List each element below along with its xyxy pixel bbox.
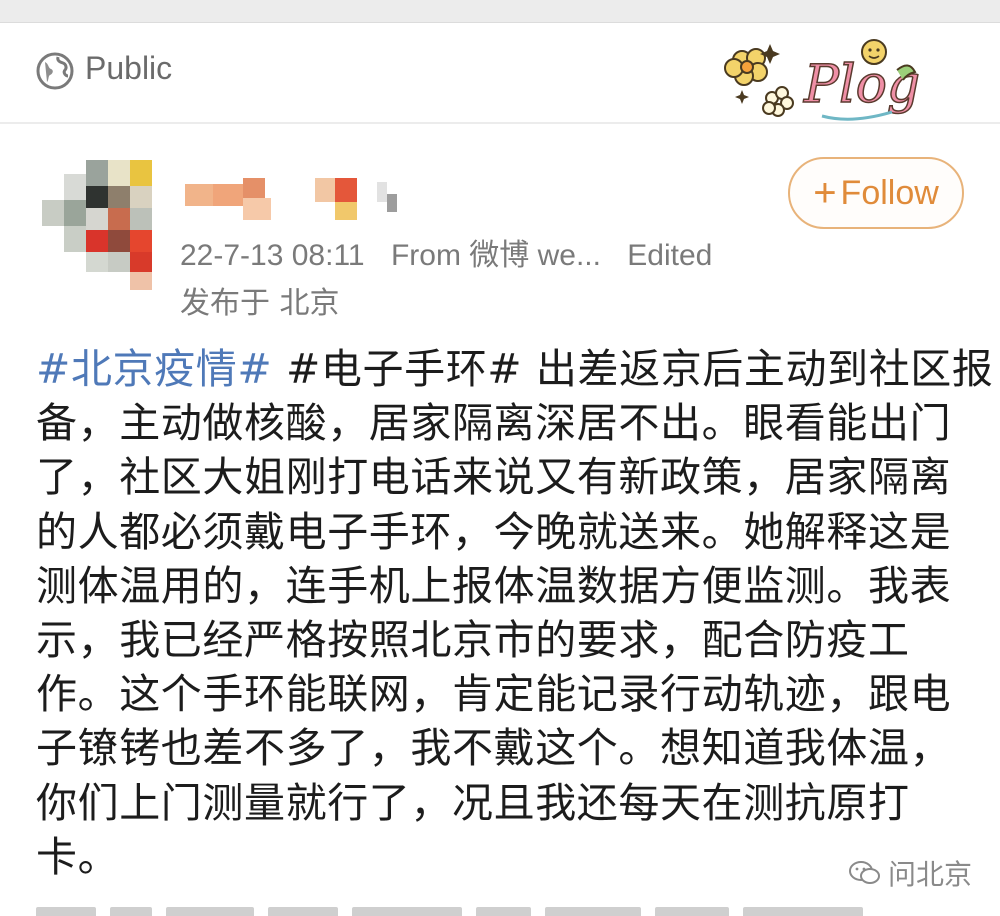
watermark-text: 问北京 <box>888 858 973 891</box>
follow-button[interactable]: + Follow <box>788 157 964 229</box>
plus-icon: + <box>813 171 837 215</box>
post-line: #北京疫情# #电子手环# 出差返京后主动到社区报 <box>36 342 993 396</box>
post-line: 了，社区大姐刚打电话来说又有新政策，居家隔离 <box>36 453 952 502</box>
post-line: 子镣铐也差不多了，我不戴这个。想知道我体温， <box>36 724 952 773</box>
post-line: 你们上门测量就行了，况且我还每天在测抗原打 <box>36 778 910 827</box>
post-line: 的人都必须戴电子手环，今晚就送来。她解释这是 <box>36 507 952 556</box>
cut-off-text-line <box>36 904 966 916</box>
post-line: 作。这个手环能联网，肯定能记录行动轨迹，跟电 <box>36 670 952 719</box>
post-line: 测体温用的，连手机上报体温数据方便监测。我表 <box>36 561 952 610</box>
plog-sticker: Plog <box>724 39 921 121</box>
hidden-username <box>185 178 397 220</box>
post-location: 发布于 北京 <box>180 286 340 321</box>
follow-label: Follow <box>840 173 939 212</box>
post-body: #北京疫情# #电子手环# 出差返京后主动到社区报 备，主动做核酸，居家隔离深居… <box>36 342 993 884</box>
hashtag-link[interactable]: #北京疫情# <box>36 345 272 393</box>
top-strip <box>0 0 1000 23</box>
plog-text: Plog <box>803 55 920 115</box>
post-line: 示，我已经严格按照北京市的要求，配合防疫工 <box>36 615 910 664</box>
pixelated-avatar <box>42 160 152 290</box>
post-line: 卡。 <box>36 832 120 881</box>
timestamp: 22-7-13 08:11 <box>180 239 365 272</box>
post-line: 备，主动做核酸，居家隔离深居不出。眼看能出门 <box>36 399 952 448</box>
post-text: 出差返京后主动到社区报 <box>535 345 994 393</box>
edited-label[interactable]: Edited <box>627 239 712 272</box>
hashtag-text: #电子手环# <box>285 345 523 393</box>
wechat-icon <box>849 861 880 884</box>
wechat-watermark: 问北京 <box>848 853 972 893</box>
visibility-label: Public <box>85 50 173 86</box>
globe-icon <box>36 52 74 90</box>
post-meta: 22-7-13 08:11 From 微博 we... Edited <box>180 230 730 274</box>
source-link[interactable]: From 微博 we... <box>391 239 601 272</box>
